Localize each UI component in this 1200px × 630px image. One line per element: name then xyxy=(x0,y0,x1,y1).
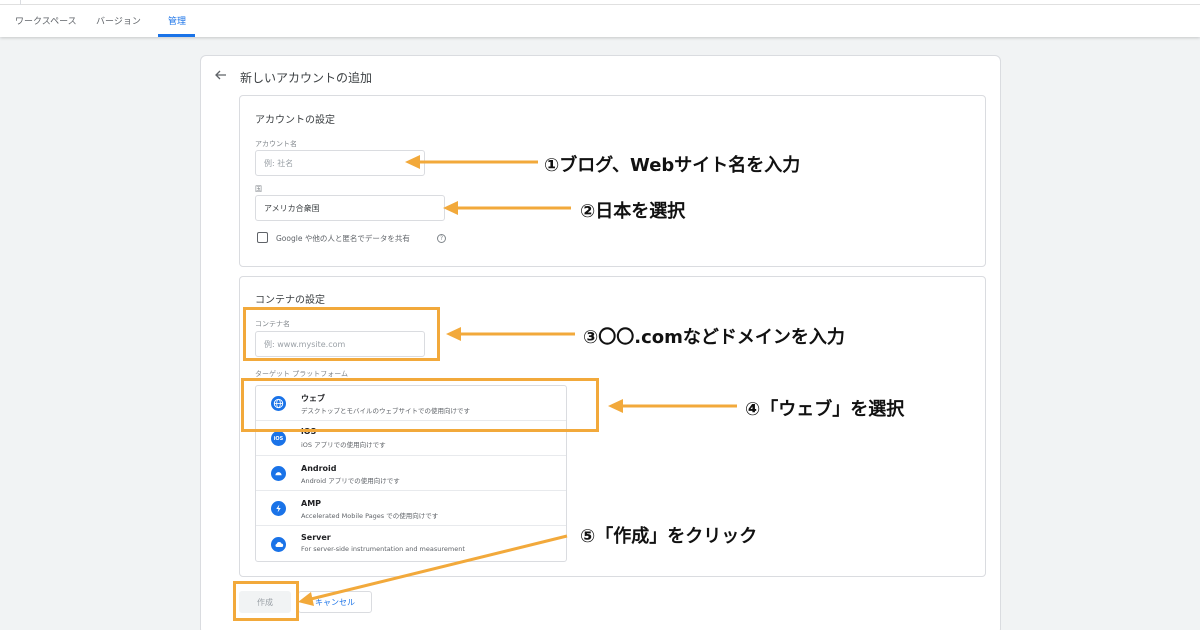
platform-desc: デスクトップとモバイルのウェブサイトでの使用向けです xyxy=(301,407,470,415)
share-data-checkbox[interactable] xyxy=(257,232,268,243)
platform-name: Server xyxy=(301,533,331,542)
platform-server[interactable]: Server For server-side instrumentation a… xyxy=(256,526,566,561)
help-icon[interactable]: ? xyxy=(437,234,446,243)
android-icon xyxy=(271,466,286,481)
tab-admin[interactable]: 管理 xyxy=(168,14,186,27)
cloud-icon xyxy=(271,537,286,552)
cancel-button[interactable]: キャンセル xyxy=(298,591,372,613)
platform-desc: For server-side instrumentation and meas… xyxy=(301,545,465,553)
account-section-title: アカウントの設定 xyxy=(255,115,335,126)
share-data-label: Google や他の人と匿名でデータを共有 xyxy=(276,234,410,243)
platform-desc: Accelerated Mobile Pages での使用向けです xyxy=(301,512,439,520)
country-label: 国 xyxy=(255,185,262,193)
account-name-input[interactable]: 例: 社名 xyxy=(255,150,425,176)
account-name-label: アカウント名 xyxy=(255,140,297,148)
container-section-title: コンテナの設定 xyxy=(255,295,325,306)
top-edge xyxy=(0,0,1200,5)
annotation-3: ③〇〇.comなどドメインを入力 xyxy=(583,327,845,348)
platform-desc: iOS アプリでの使用向けです xyxy=(301,441,386,449)
tab-workspace[interactable]: ワークスペース xyxy=(15,14,77,27)
platform-name: AMP xyxy=(301,499,322,508)
platform-web[interactable]: ウェブ デスクトップとモバイルのウェブサイトでの使用向けです xyxy=(256,386,566,421)
platform-list: ウェブ デスクトップとモバイルのウェブサイトでの使用向けです iOS iOS i… xyxy=(255,385,567,562)
container-name-input[interactable]: 例: www.mysite.com xyxy=(255,331,425,357)
platform-android[interactable]: Android Android アプリでの使用向けです xyxy=(256,456,566,491)
annotation-5: ⑤「作成」をクリック xyxy=(580,526,758,547)
edge-tick xyxy=(20,0,21,5)
platform-desc: Android アプリでの使用向けです xyxy=(301,477,400,485)
page-title: 新しいアカウントの追加 xyxy=(240,71,373,85)
create-button[interactable]: 作成 xyxy=(239,591,291,613)
platform-name: ウェブ xyxy=(301,394,325,403)
amp-bolt-icon xyxy=(271,501,286,516)
annotation-1: ①ブログ、Webサイト名を入力 xyxy=(544,155,801,176)
target-platform-label: ターゲット プラットフォーム xyxy=(255,370,349,378)
country-select[interactable]: アメリカ合衆国 xyxy=(255,195,445,221)
globe-icon xyxy=(271,396,286,411)
ios-icon: iOS xyxy=(271,431,286,446)
active-tab-indicator xyxy=(158,34,195,37)
annotation-2: ②日本を選択 xyxy=(580,201,686,222)
platform-amp[interactable]: AMP Accelerated Mobile Pages での使用向けです xyxy=(256,491,566,526)
container-name-label: コンテナ名 xyxy=(255,320,290,328)
platform-name: Android xyxy=(301,464,337,473)
tab-versions[interactable]: バージョン xyxy=(96,14,141,27)
back-arrow-icon[interactable] xyxy=(213,67,229,83)
platform-ios[interactable]: iOS iOS iOS アプリでの使用向けです xyxy=(256,421,566,456)
annotation-4: ④「ウェブ」を選択 xyxy=(745,399,905,420)
top-bar: ワークスペース バージョン 管理 xyxy=(0,0,1200,37)
platform-name: iOS xyxy=(301,427,317,436)
